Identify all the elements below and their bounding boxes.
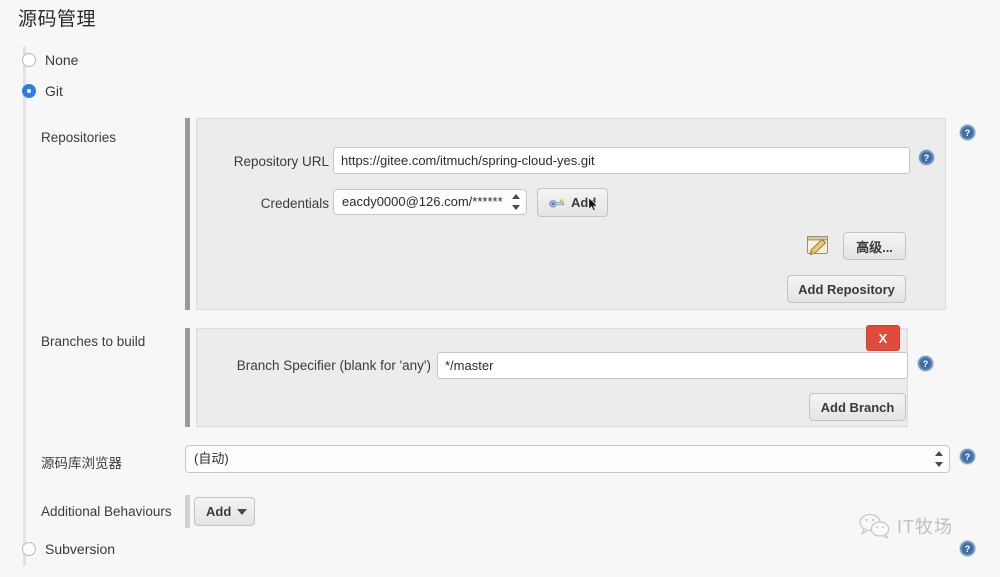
subversion-help-icon[interactable]: ? — [959, 540, 976, 557]
svg-text:?: ? — [965, 544, 971, 554]
add-branch-button[interactable]: Add Branch — [809, 393, 906, 421]
repository-browser-select[interactable]: (自动) — [185, 445, 950, 473]
scm-option-none[interactable]: None — [22, 52, 78, 68]
credentials-select-value: eacdy0000@126.com/****** — [342, 194, 503, 209]
branches-label: Branches to build — [41, 334, 145, 349]
scm-option-git-label: Git — [45, 83, 63, 99]
repository-browser-stepper-icon[interactable] — [934, 451, 943, 467]
mouse-cursor-icon — [588, 197, 599, 212]
repositories-panel-bar — [185, 118, 190, 310]
radio-git[interactable] — [22, 84, 36, 98]
wechat-icon — [858, 513, 892, 539]
page-title: 源码管理 — [18, 4, 96, 31]
add-behaviour-label: Add — [206, 504, 231, 519]
credentials-stepper-icon[interactable] — [511, 194, 520, 210]
credentials-select[interactable]: eacdy0000@126.com/****** — [333, 189, 527, 215]
delete-branch-button[interactable]: X — [866, 325, 900, 351]
scm-option-subversion-label: Subversion — [45, 541, 115, 557]
repository-browser-value: (自动) — [194, 451, 229, 466]
key-icon — [549, 197, 565, 209]
branch-specifier-label: Branch Specifier (blank for 'any') — [223, 358, 431, 373]
branches-panel-bar — [185, 328, 190, 427]
section-rail — [23, 46, 26, 566]
repository-browser-help-icon[interactable]: ? — [959, 448, 976, 465]
svg-text:?: ? — [924, 153, 930, 163]
chevron-down-icon — [237, 509, 247, 515]
watermark-text: IT牧场 — [897, 513, 953, 539]
additional-behaviours-bar — [185, 495, 190, 528]
credentials-label: Credentials — [223, 196, 329, 211]
scm-option-none-label: None — [45, 52, 78, 68]
watermark: IT牧场 — [858, 513, 953, 539]
branch-specifier-help-icon[interactable]: ? — [917, 355, 934, 372]
scm-option-subversion[interactable]: Subversion — [22, 541, 115, 557]
scm-option-git[interactable]: Git — [22, 83, 63, 99]
repository-url-input[interactable]: https://gitee.com/itmuch/spring-cloud-ye… — [333, 147, 910, 174]
svg-text:?: ? — [965, 128, 971, 138]
add-behaviour-button[interactable]: Add — [194, 497, 255, 526]
repositories-label: Repositories — [41, 130, 116, 145]
radio-subversion[interactable] — [22, 542, 36, 556]
repository-browser-label: 源码库浏览器 — [41, 452, 122, 472]
git-section-help-icon[interactable]: ? — [959, 124, 976, 141]
radio-none[interactable] — [22, 53, 36, 67]
repository-url-label: Repository URL — [223, 154, 329, 169]
add-repository-button[interactable]: Add Repository — [787, 275, 906, 303]
branch-specifier-input[interactable]: */master — [437, 352, 908, 379]
svg-text:?: ? — [965, 452, 971, 462]
scm-config-page: 源码管理 None Git Subversion Repositories Re… — [0, 0, 1000, 577]
advanced-button[interactable]: 高级... — [843, 232, 906, 260]
add-credentials-button[interactable]: Add — [537, 188, 608, 217]
svg-text:?: ? — [923, 359, 929, 369]
additional-behaviours-label: Additional Behaviours — [41, 504, 172, 519]
repository-url-help-icon[interactable]: ? — [918, 149, 935, 166]
notepad-pencil-icon — [806, 234, 830, 256]
